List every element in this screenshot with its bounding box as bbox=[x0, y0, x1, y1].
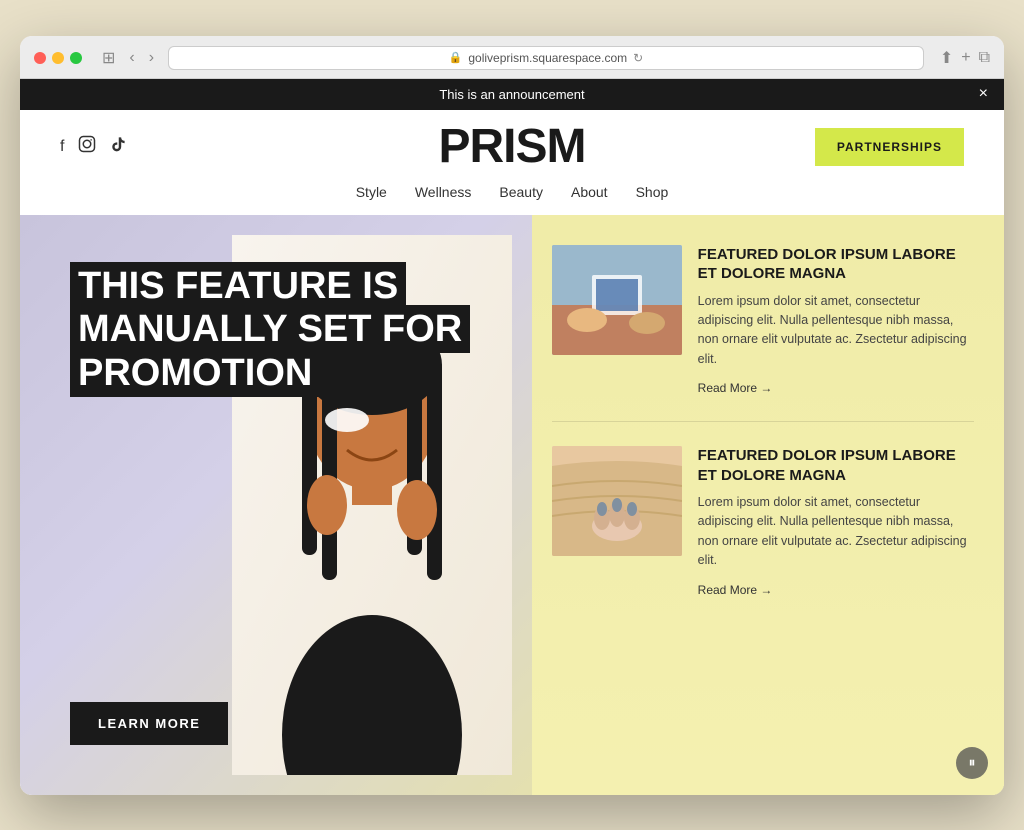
browser-chrome: ⊞ ‹ › 🔒 goliveprism.squarespace.com ↻ ⬆ … bbox=[20, 36, 1004, 79]
learn-more-button[interactable]: LEARN MORE bbox=[70, 702, 228, 745]
articles-divider bbox=[552, 421, 974, 422]
article-1-body: Lorem ipsum dolor sit amet, consectetur … bbox=[698, 292, 974, 370]
tiktok-link[interactable] bbox=[110, 136, 127, 158]
article-1-title: FEATURED DOLOR IPSUM LABORE ET DOLORE MA… bbox=[698, 245, 974, 284]
article-2-svg bbox=[552, 446, 682, 556]
article-2-content: FEATURED DOLOR IPSUM LABORE ET DOLORE MA… bbox=[698, 446, 974, 599]
social-links: f bbox=[60, 135, 127, 158]
hero-left: THIS FEATURE IS MANUALLY SET FOR PROMOTI… bbox=[20, 215, 532, 795]
hero-headline-text: THIS FEATURE IS MANUALLY SET FOR PROMOTI… bbox=[70, 262, 470, 397]
announcement-close-button[interactable]: × bbox=[979, 85, 988, 103]
nav-about[interactable]: About bbox=[571, 184, 608, 200]
hero-headline: THIS FEATURE IS MANUALLY SET FOR PROMOTI… bbox=[70, 265, 532, 396]
hero-wrapper: THIS FEATURE IS MANUALLY SET FOR PROMOTI… bbox=[20, 215, 1004, 795]
lock-icon: 🔒 bbox=[449, 51, 463, 64]
hero-section: THIS FEATURE IS MANUALLY SET FOR PROMOTI… bbox=[20, 215, 1004, 795]
pause-button[interactable]: ⏸ bbox=[956, 747, 988, 779]
article-2-body: Lorem ipsum dolor sit amet, consectetur … bbox=[698, 493, 974, 571]
announcement-text: This is an announcement bbox=[439, 87, 584, 102]
new-tab-button[interactable]: + bbox=[961, 48, 970, 68]
article-1-read-more[interactable]: Read More → bbox=[698, 381, 773, 395]
article-2-title: FEATURED DOLOR IPSUM LABORE ET DOLORE MA… bbox=[698, 446, 974, 485]
close-traffic-light[interactable] bbox=[34, 52, 46, 64]
nav-beauty[interactable]: Beauty bbox=[499, 184, 543, 200]
announcement-bar: This is an announcement × bbox=[20, 79, 1004, 110]
reload-icon[interactable]: ↻ bbox=[633, 51, 643, 65]
back-button[interactable]: ‹ bbox=[125, 47, 138, 69]
forward-button[interactable]: › bbox=[145, 47, 158, 69]
article-2-image bbox=[552, 446, 682, 556]
main-nav: Style Wellness Beauty About Shop bbox=[356, 174, 669, 214]
fullscreen-traffic-light[interactable] bbox=[70, 52, 82, 64]
browser-nav-controls: ⊞ ‹ › bbox=[98, 46, 158, 70]
traffic-lights bbox=[34, 52, 82, 64]
partnerships-button[interactable]: PARTNERSHIPS bbox=[815, 128, 964, 166]
featured-article-2: FEATURED DOLOR IPSUM LABORE ET DOLORE MA… bbox=[552, 446, 974, 599]
tiktok-icon bbox=[110, 136, 127, 153]
facebook-link[interactable]: f bbox=[60, 138, 64, 156]
sidebar-toggle-button[interactable]: ⊞ bbox=[98, 46, 119, 70]
header-top-row: f PRISM PARTNERSHIPS bbox=[60, 128, 964, 166]
nav-style[interactable]: Style bbox=[356, 184, 387, 200]
article-1-content: FEATURED DOLOR IPSUM LABORE ET DOLORE MA… bbox=[698, 245, 974, 398]
instagram-icon bbox=[78, 135, 96, 153]
article-2-read-more[interactable]: Read More → bbox=[698, 583, 773, 597]
url-text: goliveprism.squarespace.com bbox=[468, 51, 627, 65]
site-logo: PRISM bbox=[438, 119, 585, 174]
featured-article-1: FEATURED DOLOR IPSUM LABORE ET DOLORE MA… bbox=[552, 245, 974, 398]
browser-action-buttons: ⬆ + ⧉ bbox=[940, 48, 990, 68]
article-1-image bbox=[552, 245, 682, 355]
instagram-link[interactable] bbox=[78, 135, 96, 158]
address-bar[interactable]: 🔒 goliveprism.squarespace.com ↻ bbox=[168, 46, 924, 70]
site-header: f PRISM PARTNERSHIPS Style Wellness Beau… bbox=[20, 110, 1004, 215]
article-1-svg bbox=[552, 245, 682, 355]
website-content: This is an announcement × f PRISM PARTNE… bbox=[20, 79, 1004, 795]
nav-wellness[interactable]: Wellness bbox=[415, 184, 472, 200]
minimize-traffic-light[interactable] bbox=[52, 52, 64, 64]
nav-shop[interactable]: Shop bbox=[636, 184, 669, 200]
share-button[interactable]: ⬆ bbox=[940, 48, 953, 68]
browser-window: ⊞ ‹ › 🔒 goliveprism.squarespace.com ↻ ⬆ … bbox=[20, 36, 1004, 795]
tabs-button[interactable]: ⧉ bbox=[979, 48, 990, 68]
hero-right: FEATURED DOLOR IPSUM LABORE ET DOLORE MA… bbox=[532, 215, 1004, 795]
